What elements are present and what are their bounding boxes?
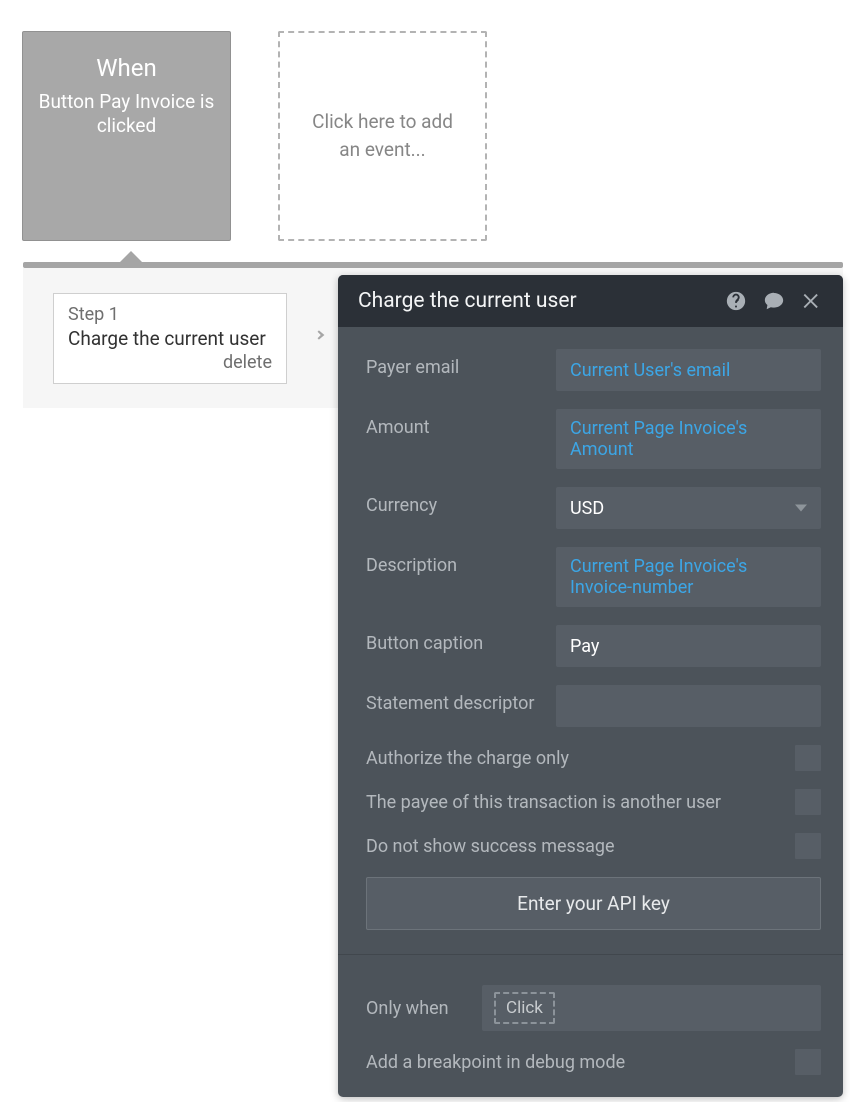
event-box-add[interactable]: Click here to add an event... — [278, 31, 487, 241]
checkbox-payee-other-user[interactable] — [795, 789, 821, 815]
label-breakpoint: Add a breakpoint in debug mode — [366, 1052, 795, 1073]
workflow-canvas: When Button Pay Invoice is clicked Click… — [0, 0, 850, 1102]
label-payee-other-user: The payee of this transaction is another… — [366, 792, 795, 813]
field-currency-value: USD — [570, 498, 604, 519]
close-icon[interactable] — [801, 290, 823, 312]
event-title: When — [33, 54, 220, 82]
step-name: Charge the current user — [68, 327, 272, 350]
label-payer-email: Payer email — [366, 349, 556, 378]
row-button-caption: Button caption Pay — [366, 625, 821, 667]
label-button-caption: Button caption — [366, 625, 556, 654]
panel-footer: Only when Click Add a breakpoint in debu… — [338, 965, 843, 1097]
api-key-button[interactable]: Enter your API key — [366, 877, 821, 930]
label-hide-success: Do not show success message — [366, 836, 795, 857]
panel-title: Charge the current user — [358, 289, 577, 313]
panel-header-icons — [725, 290, 823, 312]
row-only-when: Only when Click — [366, 985, 821, 1031]
field-button-caption[interactable]: Pay — [556, 625, 821, 667]
row-statement-descriptor: Statement descriptor — [366, 685, 821, 727]
checkbox-authorize-only[interactable] — [795, 745, 821, 771]
field-statement-descriptor[interactable] — [556, 685, 821, 727]
field-currency[interactable]: USD — [556, 487, 821, 529]
label-only-when: Only when — [366, 998, 482, 1019]
row-payer-email: Payer email Current User's email — [366, 349, 821, 391]
label-description: Description — [366, 547, 556, 576]
row-description: Description Current Page Invoice's Invoi… — [366, 547, 821, 607]
comment-icon[interactable] — [763, 290, 785, 312]
label-authorize-only: Authorize the charge only — [366, 748, 795, 769]
row-currency: Currency USD — [366, 487, 821, 529]
label-statement-descriptor: Statement descriptor — [366, 685, 556, 714]
event-box-selected[interactable]: When Button Pay Invoice is clicked — [22, 31, 231, 241]
help-icon[interactable] — [725, 290, 747, 312]
action-property-panel: Charge the current user Payer email Curr… — [338, 275, 843, 1097]
panel-body: Payer email Current User's email Amount … — [338, 327, 843, 965]
only-when-click-chip[interactable]: Click — [494, 992, 555, 1024]
label-amount: Amount — [366, 409, 556, 438]
row-breakpoint: Add a breakpoint in debug mode — [366, 1049, 821, 1075]
row-amount: Amount Current Page Invoice's Amount — [366, 409, 821, 469]
step-label: Step 1 — [68, 304, 272, 325]
field-only-when[interactable]: Click — [482, 985, 821, 1031]
row-authorize-only: Authorize the charge only — [366, 745, 821, 771]
row-payee-other-user: The payee of this transaction is another… — [366, 789, 821, 815]
field-payer-email[interactable]: Current User's email — [556, 349, 821, 391]
field-amount[interactable]: Current Page Invoice's Amount — [556, 409, 821, 469]
step-box[interactable]: Step 1 Charge the current user delete — [53, 293, 287, 384]
arrow-right-icon — [307, 324, 329, 352]
checkbox-hide-success[interactable] — [795, 833, 821, 859]
panel-divider — [338, 954, 843, 955]
row-hide-success: Do not show success message — [366, 833, 821, 859]
chevron-down-icon — [795, 505, 807, 512]
step-delete-link[interactable]: delete — [68, 352, 272, 373]
label-currency: Currency — [366, 487, 556, 516]
event-add-text: Click here to add an event... — [302, 108, 463, 163]
field-description[interactable]: Current Page Invoice's Invoice-number — [556, 547, 821, 607]
panel-header: Charge the current user — [338, 275, 843, 327]
event-description: Button Pay Invoice is clicked — [33, 90, 220, 138]
checkbox-breakpoint[interactable] — [795, 1049, 821, 1075]
